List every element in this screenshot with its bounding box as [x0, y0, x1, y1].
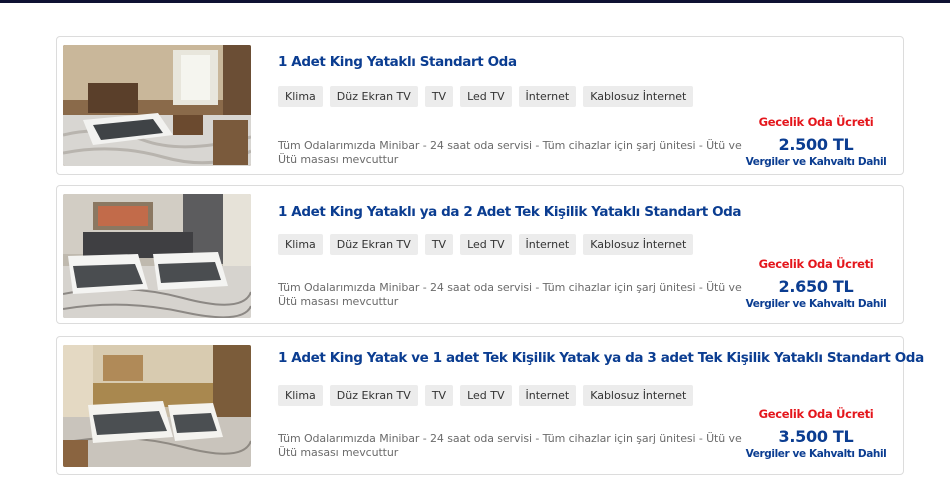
feature-tag: TV [424, 234, 454, 255]
feature-tag: İnternet [518, 234, 577, 255]
feature-list: Klima Düz Ekran TV TV Led TV İnternet Ka… [278, 234, 694, 255]
price-note: Vergiler ve Kahvaltı Dahil [745, 156, 887, 168]
feature-tag: Kablosuz İnternet [583, 385, 694, 406]
feature-tag: Led TV [460, 385, 512, 406]
price-box: Gecelik Oda Ücreti 2.650 TL Vergiler ve … [741, 257, 891, 310]
room-title[interactable]: 1 Adet King Yataklı ya da 2 Adet Tek Kiş… [278, 204, 742, 220]
feature-tag: TV [424, 385, 454, 406]
feature-tag: Led TV [460, 86, 512, 107]
feature-list: Klima Düz Ekran TV TV Led TV İnternet Ka… [278, 385, 694, 406]
feature-tag: Kablosuz İnternet [583, 86, 694, 107]
price-label: Gecelik Oda Ücreti [758, 115, 874, 129]
feature-tag: Klima [278, 234, 323, 255]
feature-tag: Düz Ekran TV [329, 234, 418, 255]
price-label: Gecelik Oda Ücreti [758, 407, 874, 421]
room-card: 1 Adet King Yatak ve 1 adet Tek Kişilik … [56, 336, 924, 475]
feature-tag: Düz Ekran TV [329, 86, 418, 107]
feature-tag: Düz Ekran TV [329, 385, 418, 406]
feature-tag: Led TV [460, 234, 512, 255]
room-title[interactable]: 1 Adet King Yataklı Standart Oda [278, 54, 517, 70]
room-photo[interactable] [63, 45, 251, 166]
price-value: 3.500 TL [778, 427, 854, 446]
price-box: Gecelik Oda Ücreti 2.500 TL Vergiler ve … [741, 115, 891, 168]
feature-tag: Klima [278, 385, 323, 406]
feature-tag: TV [424, 86, 454, 107]
feature-list: Klima Düz Ekran TV TV Led TV İnternet Ka… [278, 86, 694, 107]
room-card: 1 Adet King Yataklı ya da 2 Adet Tek Kiş… [56, 185, 904, 324]
feature-tag: İnternet [518, 385, 577, 406]
room-description: Tüm Odalarımızda Minibar - 24 saat oda s… [278, 139, 742, 166]
price-value: 2.650 TL [778, 277, 854, 296]
top-bar [0, 0, 950, 3]
feature-tag: Klima [278, 86, 323, 107]
price-note: Vergiler ve Kahvaltı Dahil [745, 448, 887, 460]
price-note: Vergiler ve Kahvaltı Dahil [745, 298, 887, 310]
room-photo[interactable] [63, 345, 251, 467]
room-description: Tüm Odalarımızda Minibar - 24 saat oda s… [278, 281, 742, 308]
feature-tag: İnternet [518, 86, 577, 107]
room-card: 1 Adet King Yataklı Standart Oda Klima D… [56, 36, 904, 175]
price-box: Gecelik Oda Ücreti 3.500 TL Vergiler ve … [741, 407, 891, 460]
room-photo[interactable] [63, 194, 251, 318]
price-label: Gecelik Oda Ücreti [758, 257, 874, 271]
price-value: 2.500 TL [778, 135, 854, 154]
feature-tag: Kablosuz İnternet [583, 234, 694, 255]
room-description: Tüm Odalarımızda Minibar - 24 saat oda s… [278, 432, 742, 459]
room-title[interactable]: 1 Adet King Yatak ve 1 adet Tek Kişilik … [278, 350, 924, 366]
